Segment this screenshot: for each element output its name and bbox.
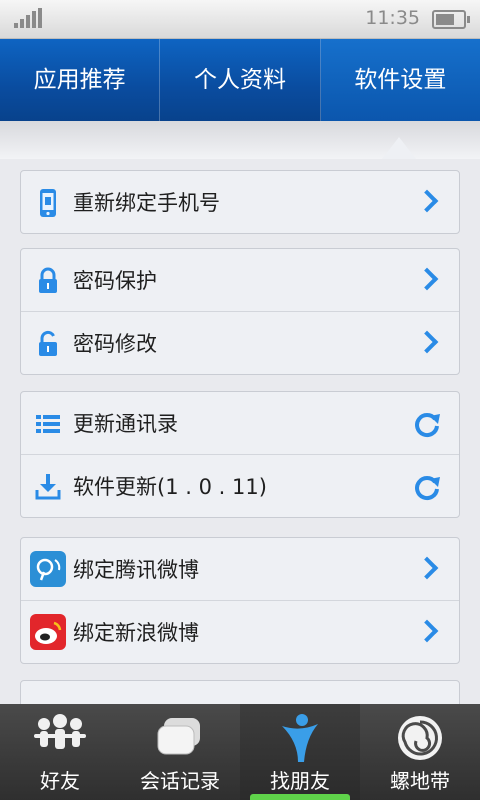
settings-group-phone: 重新绑定手机号: [20, 170, 460, 234]
unlock-icon: [39, 330, 57, 356]
chevron-right-icon: [415, 619, 439, 643]
battery-icon: [432, 10, 470, 29]
password-change-label: 密码修改: [73, 332, 157, 356]
nav-chat-history[interactable]: 会话记录: [120, 704, 240, 800]
top-tabs: 应用推荐 个人资料 软件设置: [0, 39, 480, 121]
tab-profile[interactable]: 个人资料: [160, 39, 321, 121]
signal-icon: [14, 8, 46, 28]
active-tab-pointer: [382, 137, 416, 159]
tencent-weibo-icon: [30, 551, 66, 587]
lock-icon: [39, 267, 57, 293]
nav-find-friends[interactable]: 找朋友: [240, 704, 360, 800]
rebind-phone-label: 重新绑定手机号: [73, 191, 220, 215]
bind-sina-weibo-label: 绑定新浪微博: [73, 621, 199, 645]
bottom-nav: 好友 会话记录 找朋友 螺地带: [0, 704, 480, 800]
rebind-phone-row[interactable]: 重新绑定手机号: [21, 171, 459, 233]
status-bar: 11:35: [0, 0, 480, 39]
friends-icon: [34, 714, 86, 749]
nav-friends-label: 好友: [40, 769, 80, 793]
settings-group-update: 更新通讯录 软件更新(1 . 0 . 11): [20, 391, 460, 518]
chevron-right-icon: [415, 556, 439, 580]
refresh-icon[interactable]: [413, 410, 441, 438]
nav-spiral-label: 螺地带: [390, 769, 450, 793]
settings-group-weibo: 绑定腾讯微博 绑定新浪微博: [20, 537, 460, 664]
spiral-icon: [398, 716, 442, 760]
nav-chat-history-label: 会话记录: [140, 769, 220, 793]
list-icon: [36, 415, 60, 433]
chevron-right-icon: [415, 330, 439, 354]
update-contacts-label: 更新通讯录: [73, 412, 178, 436]
phone-icon: [40, 189, 56, 217]
software-update-label: 软件更新(1 . 0 . 11): [73, 475, 267, 499]
nav-find-friends-label: 找朋友: [270, 769, 330, 793]
find-friend-icon: [282, 714, 318, 762]
refresh-icon[interactable]: [413, 473, 441, 501]
password-protect-row[interactable]: 密码保护: [21, 249, 459, 312]
chat-icon: [157, 718, 200, 755]
nav-spiral[interactable]: 螺地带: [360, 704, 480, 800]
status-time: 11:35: [365, 7, 420, 29]
tab-settings[interactable]: 软件设置: [320, 39, 480, 121]
chevron-right-icon: [415, 189, 439, 213]
bind-sina-weibo-row[interactable]: 绑定新浪微博: [21, 601, 459, 663]
software-update-row[interactable]: 软件更新(1 . 0 . 11): [21, 455, 459, 517]
chevron-right-icon: [415, 267, 439, 291]
password-protect-label: 密码保护: [73, 269, 157, 293]
password-change-row[interactable]: 密码修改: [21, 312, 459, 374]
download-icon: [35, 474, 61, 500]
tab-app-recommend[interactable]: 应用推荐: [0, 39, 161, 121]
bind-tencent-weibo-label: 绑定腾讯微博: [73, 558, 199, 582]
settings-group-password: 密码保护 密码修改: [20, 248, 460, 375]
bind-tencent-weibo-row[interactable]: 绑定腾讯微博: [21, 538, 459, 601]
nav-friends[interactable]: 好友: [0, 704, 120, 800]
sina-weibo-icon: [30, 614, 66, 650]
update-contacts-row[interactable]: 更新通讯录: [21, 392, 459, 455]
